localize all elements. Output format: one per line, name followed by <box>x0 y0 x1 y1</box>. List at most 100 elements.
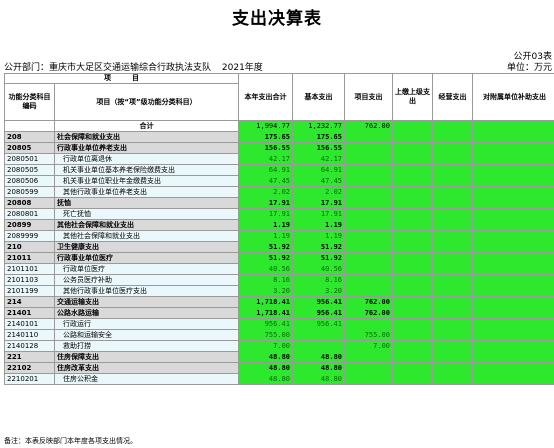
cell-basic: 956.41 <box>292 296 345 308</box>
cell-code: 2140101 <box>4 318 55 330</box>
cell-code: 20808 <box>4 197 55 209</box>
cell-total: 64.91 <box>238 164 293 176</box>
cell-upper <box>392 131 433 143</box>
cell-upper <box>392 329 433 341</box>
table-row: 21011 行政事业单位医疗 51.92 51.92 <box>4 252 554 264</box>
cell-code: 221 <box>4 351 55 363</box>
cell-subsidy <box>472 285 554 297</box>
cell-business <box>432 373 473 385</box>
cell-subsidy <box>472 296 554 308</box>
cell-subsidy <box>472 142 554 154</box>
cell-name: 公路和运输安全 <box>54 329 239 341</box>
cell-basic: 48.80 <box>292 373 345 385</box>
cell-basic: 48.80 <box>292 362 345 374</box>
cell-business <box>432 142 473 154</box>
cell-project: 755.00 <box>344 329 393 341</box>
cell-project <box>344 208 393 220</box>
cell-subsidy <box>472 197 554 209</box>
cell-name: 其他行政事业单位养老支出 <box>54 186 239 198</box>
cell-business <box>432 329 473 341</box>
cell-upper <box>392 252 433 264</box>
cell-code: 2080501 <box>4 153 55 165</box>
cell-business <box>432 153 473 165</box>
cell-subsidy <box>472 252 554 264</box>
cell-project <box>344 241 393 253</box>
cell-name: 住房公积金 <box>54 373 239 385</box>
cell-name: 死亡抚恤 <box>54 208 239 220</box>
cell-total: 48.80 <box>238 351 293 363</box>
cell-subsidy <box>472 230 554 242</box>
cell-name: 行政事业单位养老支出 <box>54 142 239 154</box>
cell-basic: 3.20 <box>292 285 345 297</box>
cell-upper <box>392 153 433 165</box>
cell-upper <box>392 362 433 374</box>
cell-project <box>344 142 393 154</box>
cell-business <box>432 241 473 253</box>
cell-basic: 51.92 <box>292 252 345 264</box>
table-row: 2210201 住房公积金 48.80 48.80 <box>4 373 554 385</box>
cell-name: 合计 <box>54 120 239 132</box>
cell-subsidy <box>472 362 554 374</box>
header-basic: 基本支出 <box>292 73 345 121</box>
cell-subsidy <box>472 186 554 198</box>
cell-upper <box>392 373 433 385</box>
cell-code: 21401 <box>4 307 55 319</box>
cell-total: 17.91 <box>238 197 293 209</box>
cell-subsidy <box>472 175 554 187</box>
cell-subsidy <box>472 131 554 143</box>
cell-total: 48.80 <box>238 373 293 385</box>
cell-code: 20805 <box>4 142 55 154</box>
cell-basic: 51.92 <box>292 241 345 253</box>
cell-upper <box>392 197 433 209</box>
header-code: 功能分类科目编码 <box>4 83 55 121</box>
cell-code: 2140110 <box>4 329 55 341</box>
cell-basic: 175.65 <box>292 131 345 143</box>
cell-total: 40.56 <box>238 263 293 275</box>
cell-total: 956.41 <box>238 318 293 330</box>
cell-subsidy <box>472 153 554 165</box>
table-row: 214 交通运输支出 1,718.41 956.41 762.00 <box>4 296 554 308</box>
cell-subsidy <box>472 164 554 176</box>
cell-upper <box>392 340 433 352</box>
cell-basic: 17.91 <box>292 197 345 209</box>
cell-total: 2.02 <box>238 186 293 198</box>
department-name: 公开部门：重庆市大足区交通运输综合行政执法支队 <box>4 63 212 73</box>
cell-basic: 47.45 <box>292 175 345 187</box>
cell-name: 抚恤 <box>54 197 239 209</box>
cell-business <box>432 197 473 209</box>
cell-project <box>344 285 393 297</box>
table-row: 2080599 其他行政事业单位养老支出 2.02 2.02 <box>4 186 554 198</box>
cell-business <box>432 252 473 264</box>
table-row: 210 卫生健康支出 51.92 51.92 <box>4 241 554 253</box>
cell-name: 救助打捞 <box>54 340 239 352</box>
cell-business <box>432 274 473 286</box>
cell-business <box>432 120 473 132</box>
cell-project <box>344 164 393 176</box>
cell-code: 2210201 <box>4 373 55 385</box>
cell-project <box>344 274 393 286</box>
cell-upper <box>392 164 433 176</box>
cell-project <box>344 362 393 374</box>
cell-name: 其他社会保障和就业支出 <box>54 230 239 242</box>
report-year: 2021年度 <box>221 63 263 73</box>
cell-code: 2101101 <box>4 263 55 275</box>
table-row: 2080506 机关事业单位职业年金缴费支出 47.45 47.45 <box>4 175 554 187</box>
cell-business <box>432 351 473 363</box>
expenditure-table: 项 目 本年支出合计 基本支出 项目支出 上缴上级支出 经营支出 对附属单位补助… <box>4 73 554 385</box>
cell-upper <box>392 230 433 242</box>
cell-upper <box>392 186 433 198</box>
cell-upper <box>392 285 433 297</box>
table-row: 221 住房保障支出 48.80 48.80 <box>4 351 554 363</box>
cell-total: 3.20 <box>238 285 293 297</box>
cell-total: 48.80 <box>238 362 293 374</box>
cell-basic: 64.91 <box>292 164 345 176</box>
cell-upper <box>392 307 433 319</box>
cell-name: 机关事业单位职业年金缴费支出 <box>54 175 239 187</box>
cell-total: 156.55 <box>238 142 293 154</box>
cell-subsidy <box>472 373 554 385</box>
cell-project <box>344 318 393 330</box>
table-row: 2080501 行政单位离退休 42.17 42.17 <box>4 153 554 165</box>
cell-code: 2101103 <box>4 274 55 286</box>
cell-basic: 40.56 <box>292 263 345 275</box>
table-row: 2101199 其他行政事业单位医疗支出 3.20 3.20 <box>4 285 554 297</box>
